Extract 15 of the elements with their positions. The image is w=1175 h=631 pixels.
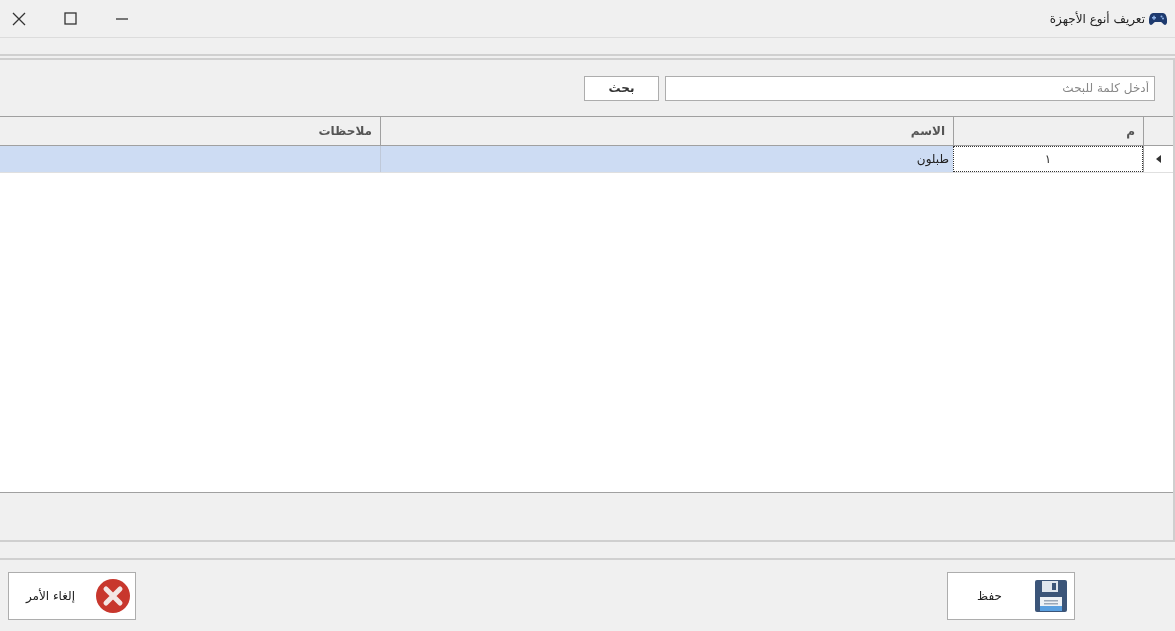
table-cell: طبلون xyxy=(380,146,953,172)
close-icon[interactable] xyxy=(12,11,26,26)
table-cell: ١ xyxy=(953,146,1143,172)
cancel-button[interactable]: إلغاء الأمر xyxy=(8,571,136,620)
maximize-icon[interactable] xyxy=(64,12,77,25)
save-button[interactable]: حفظ xyxy=(947,571,1075,620)
cancel-icon xyxy=(95,577,131,614)
column-header[interactable]: م xyxy=(953,117,1143,145)
table-row[interactable]: ١ طبلون xyxy=(0,146,1173,173)
current-row-icon xyxy=(1156,155,1161,163)
window-title: تعريف أنوع الأجهزة xyxy=(1049,10,1145,28)
column-header[interactable]: ملاحظات xyxy=(0,117,380,145)
search-button[interactable]: بحث xyxy=(584,75,659,101)
gamepad-icon xyxy=(1149,11,1167,26)
column-header[interactable]: الاسم xyxy=(380,117,953,145)
